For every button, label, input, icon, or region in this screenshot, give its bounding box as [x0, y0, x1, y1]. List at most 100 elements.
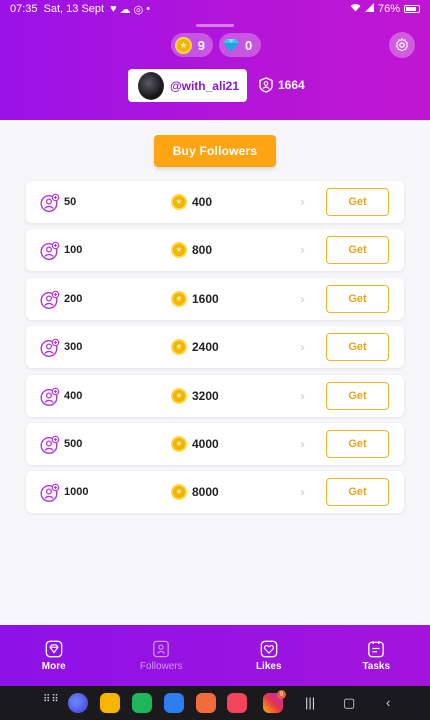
bottom-nav: More Followers Likes Tasks — [0, 625, 430, 686]
get-button[interactable]: Get — [326, 333, 389, 361]
add-follower-icon — [40, 241, 60, 261]
instagram-app-icon[interactable]: 9 — [263, 690, 286, 713]
coin-icon: ★ — [171, 194, 187, 210]
heart-nav-icon — [260, 640, 278, 657]
follower-amount: 400 — [64, 390, 83, 402]
get-button[interactable]: Get — [326, 382, 389, 410]
follower-amount: 100 — [64, 244, 83, 256]
nav-more[interactable]: More — [0, 625, 108, 686]
coin-price: 2400 — [192, 340, 219, 354]
gear-icon — [395, 38, 409, 52]
offer-row: 300 ★ 2400 ›› Get — [26, 326, 404, 368]
offer-row: 50 ★ 400 ›› Get — [26, 181, 404, 223]
get-button[interactable]: Get — [326, 478, 389, 506]
offer-row: 1000 ★ 8000 ›› Get — [26, 471, 404, 513]
follower-amount: 200 — [64, 293, 83, 305]
drag-handle[interactable] — [196, 24, 234, 27]
offer-row: 200 ★ 1600 ›› Get — [26, 278, 404, 320]
user-card[interactable]: @with_ali21 — [128, 69, 247, 102]
coin-icon: ★ — [171, 484, 187, 500]
double-chevron-icon: ›› — [300, 243, 305, 257]
double-chevron-icon: ›› — [300, 437, 305, 451]
gems-count: 0 — [245, 37, 253, 53]
heart-notification-icon: ♥ — [110, 3, 117, 15]
follower-amount: 50 — [64, 196, 77, 208]
get-button[interactable]: Get — [326, 285, 389, 313]
add-follower-icon — [40, 338, 60, 358]
double-chevron-icon: ›› — [300, 389, 305, 403]
get-button[interactable]: Get — [326, 236, 389, 264]
recents-button[interactable]: ||| — [305, 695, 315, 710]
double-chevron-icon: ›› — [300, 340, 305, 354]
coin-icon: ★ — [171, 436, 187, 452]
battery-icon — [404, 5, 420, 13]
nav-followers[interactable]: Followers — [108, 625, 216, 686]
status-right: 76% — [350, 3, 420, 15]
coin-icon: ★ — [171, 291, 187, 307]
gems-balance[interactable]: 0 — [219, 33, 261, 57]
followers-badge-icon — [259, 77, 273, 93]
home-button[interactable]: ▢ — [343, 695, 355, 711]
coin-price: 3200 — [192, 389, 219, 403]
get-button[interactable]: Get — [326, 188, 389, 216]
diamond-icon — [223, 39, 239, 52]
get-button[interactable]: Get — [326, 430, 389, 458]
contacts-app-icon[interactable] — [196, 693, 216, 713]
system-navigation-bar: ⠿⠿ 9 ||| ▢ ‹ — [0, 686, 430, 720]
phone-app-icon[interactable] — [132, 693, 152, 713]
add-follower-icon — [40, 435, 60, 455]
buy-followers-button[interactable]: Buy Followers — [154, 135, 276, 167]
coin-price: 400 — [192, 195, 213, 209]
wifi-icon — [350, 3, 361, 15]
coin-price: 4000 — [192, 437, 219, 451]
app-header: 07:35 Sat, 13 Sept ♥ ☁ ◎ • 76% ★ 9 0 @wi… — [0, 0, 430, 120]
signal-icon — [364, 3, 374, 15]
coin-icon: ★ — [175, 36, 192, 54]
status-date: Sat, 13 Sept — [43, 3, 105, 15]
nav-followers-label: Followers — [139, 660, 183, 672]
followers-count: 1664 — [259, 77, 305, 93]
follower-amount: 500 — [64, 438, 83, 450]
back-button[interactable]: ‹ — [386, 695, 390, 710]
battery-percent: 76% — [377, 3, 400, 15]
coins-count: 9 — [197, 37, 205, 53]
double-chevron-icon: ›› — [300, 485, 305, 499]
messages-app-icon[interactable] — [164, 693, 184, 713]
add-follower-icon — [40, 387, 60, 407]
offer-row: 100 ★ 800 ›› Get — [26, 229, 404, 271]
status-time: 07:35 — [10, 3, 38, 15]
camera-app-icon[interactable] — [227, 693, 247, 713]
offer-row: 500 ★ 4000 ›› Get — [26, 423, 404, 465]
nav-tasks[interactable]: Tasks — [323, 625, 430, 686]
dot-notification-icon: • — [146, 3, 151, 15]
coin-price: 1600 — [192, 292, 219, 306]
double-chevron-icon: ›› — [300, 195, 305, 209]
add-follower-icon — [40, 193, 60, 213]
nav-likes[interactable]: Likes — [215, 625, 323, 686]
gem-nav-icon — [45, 640, 63, 657]
coins-balance[interactable]: ★ 9 — [171, 33, 213, 57]
cloud-notification-icon: ☁ — [119, 3, 131, 16]
username: @with_ali21 — [169, 78, 239, 93]
add-follower-icon — [40, 483, 60, 503]
status-bar: 07:35 Sat, 13 Sept ♥ ☁ ◎ • 76% — [0, 0, 430, 18]
coin-price: 800 — [192, 243, 213, 257]
coin-price: 8000 — [192, 485, 219, 499]
followers-nav-icon — [153, 640, 170, 657]
nav-likes-label: Likes — [255, 660, 282, 672]
settings-button[interactable] — [389, 32, 415, 58]
coin-icon: ★ — [171, 339, 187, 355]
tasks-nav-icon — [368, 640, 385, 657]
nav-more-label: More — [41, 660, 66, 672]
instagram-notification-icon: ◎ — [133, 3, 144, 16]
coin-icon: ★ — [171, 242, 187, 258]
notification-icons: ♥ ☁ ◎ • — [110, 3, 150, 16]
internet-app-icon[interactable] — [68, 693, 88, 713]
files-app-icon[interactable] — [100, 693, 120, 713]
follower-amount: 300 — [64, 341, 83, 353]
add-follower-icon — [40, 290, 60, 310]
instagram-badge: 9 — [277, 690, 286, 699]
app-drawer-icon[interactable]: ⠿⠿ — [43, 695, 59, 709]
offer-row: 400 ★ 3200 ›› Get — [26, 375, 404, 417]
double-chevron-icon: ›› — [300, 292, 305, 306]
